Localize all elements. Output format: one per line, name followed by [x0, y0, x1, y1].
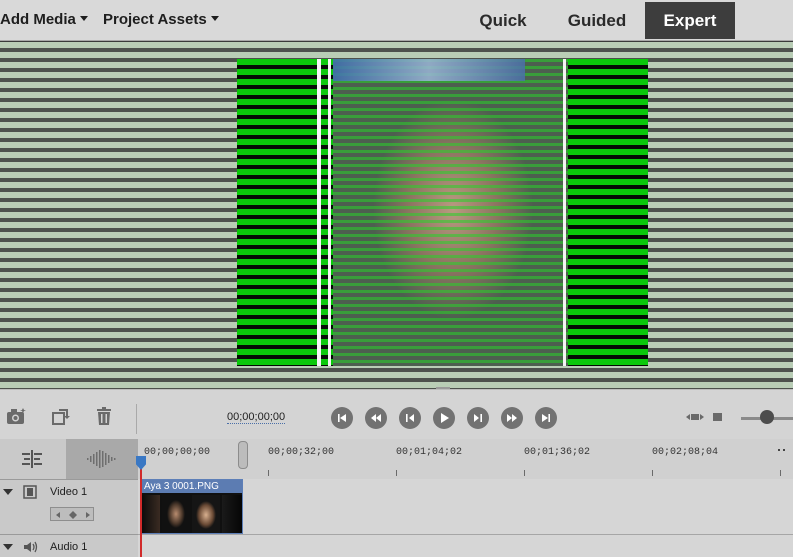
track-label-audio-1: Audio 1 [50, 541, 88, 553]
preview-artifact-line [563, 59, 566, 366]
project-assets-label: Project Assets [103, 11, 207, 28]
top-bar: Add Media Project Assets Quick Guided Ex… [0, 0, 793, 41]
trash-icon[interactable] [94, 406, 116, 426]
rewind-icon [371, 414, 381, 422]
chevron-down-icon [79, 16, 88, 21]
fast-forward-icon [507, 414, 517, 422]
play-icon [441, 413, 449, 423]
work-area-handle[interactable] [238, 441, 248, 469]
add-media-menu[interactable]: Add Media [0, 11, 88, 28]
clip-name: Aya 3 0001.PNG [142, 480, 242, 493]
timeline-ruler[interactable]: 00;00;00;00 00;00;32;00 00;01;04;02 00;0… [138, 439, 793, 479]
clip-thumbnail [162, 495, 190, 533]
fast-forward-button[interactable] [501, 407, 523, 429]
audio-waveform-icon [87, 450, 116, 468]
step-forward-button[interactable] [467, 407, 489, 429]
add-media-label: Add Media [0, 11, 76, 28]
zoom-slider-handle[interactable] [760, 410, 774, 424]
go-to-start-icon [338, 414, 346, 422]
track-divider [0, 534, 138, 535]
preview-frame[interactable] [237, 59, 648, 366]
expand-track-caret[interactable] [3, 489, 13, 495]
ruler-label: 00;02;08;04 [652, 447, 719, 458]
monitor-controls: 00;00;00;00 [0, 389, 793, 439]
toolbar-divider [136, 404, 137, 434]
ruler-label: 00;01;36;02 [524, 447, 591, 458]
ruler-label: 00;00;00;00 [144, 447, 211, 458]
go-to-start-button[interactable] [331, 407, 353, 429]
ruler-tick [780, 470, 781, 476]
video-clip[interactable]: Aya 3 0001.PNG [141, 479, 243, 534]
preview-artifact-line [317, 59, 321, 366]
tab-video-tracks[interactable] [0, 439, 66, 479]
preview-artifact-line [328, 59, 331, 366]
fit-view-icon[interactable] [685, 411, 705, 423]
rewind-button[interactable] [365, 407, 387, 429]
tracks-icon [22, 450, 42, 468]
camera-icon[interactable] [6, 406, 28, 426]
step-forward-icon [474, 414, 482, 422]
rotate-icon[interactable] [50, 406, 72, 426]
ruler-tick [652, 470, 653, 476]
ruler-label: 00;01;04;02 [396, 447, 463, 458]
ruler-tick [268, 470, 269, 476]
ruler-tick [396, 470, 397, 476]
tab-quick[interactable]: Quick [466, 2, 540, 39]
expand-track-caret[interactable] [3, 544, 13, 550]
preview-image [333, 59, 568, 366]
track-divider [0, 479, 138, 480]
monitor-panel [0, 42, 793, 389]
step-back-button[interactable] [399, 407, 421, 429]
step-back-icon [406, 414, 414, 422]
ruler-marker [778, 449, 785, 455]
ruler-label: 00;00;32;00 [268, 447, 335, 458]
tab-guided[interactable]: Guided [556, 2, 638, 39]
track-divider [138, 534, 793, 535]
go-to-end-icon [542, 414, 550, 422]
timecode-display[interactable]: 00;00;00;00 [227, 411, 286, 424]
tab-expert[interactable]: Expert [645, 2, 735, 39]
clip-thumbnail [142, 495, 160, 533]
track-label-video-1: Video 1 [50, 486, 88, 498]
clip-thumbnail [222, 495, 242, 533]
zoom-out-icon[interactable] [713, 413, 722, 421]
preview-sky [333, 59, 525, 81]
tab-audio-mixer[interactable] [66, 439, 138, 479]
ruler-tick [524, 470, 525, 476]
clip-thumbnail [192, 495, 220, 533]
project-assets-menu[interactable]: Project Assets [103, 11, 219, 28]
keyframe-controls[interactable] [50, 507, 94, 521]
film-icon [23, 485, 37, 499]
speaker-icon[interactable] [23, 540, 39, 554]
go-to-end-button[interactable] [535, 407, 557, 429]
chevron-down-icon [210, 16, 219, 21]
keyframe-icon [56, 511, 90, 519]
playhead-line [140, 462, 142, 557]
play-button[interactable] [433, 407, 455, 429]
